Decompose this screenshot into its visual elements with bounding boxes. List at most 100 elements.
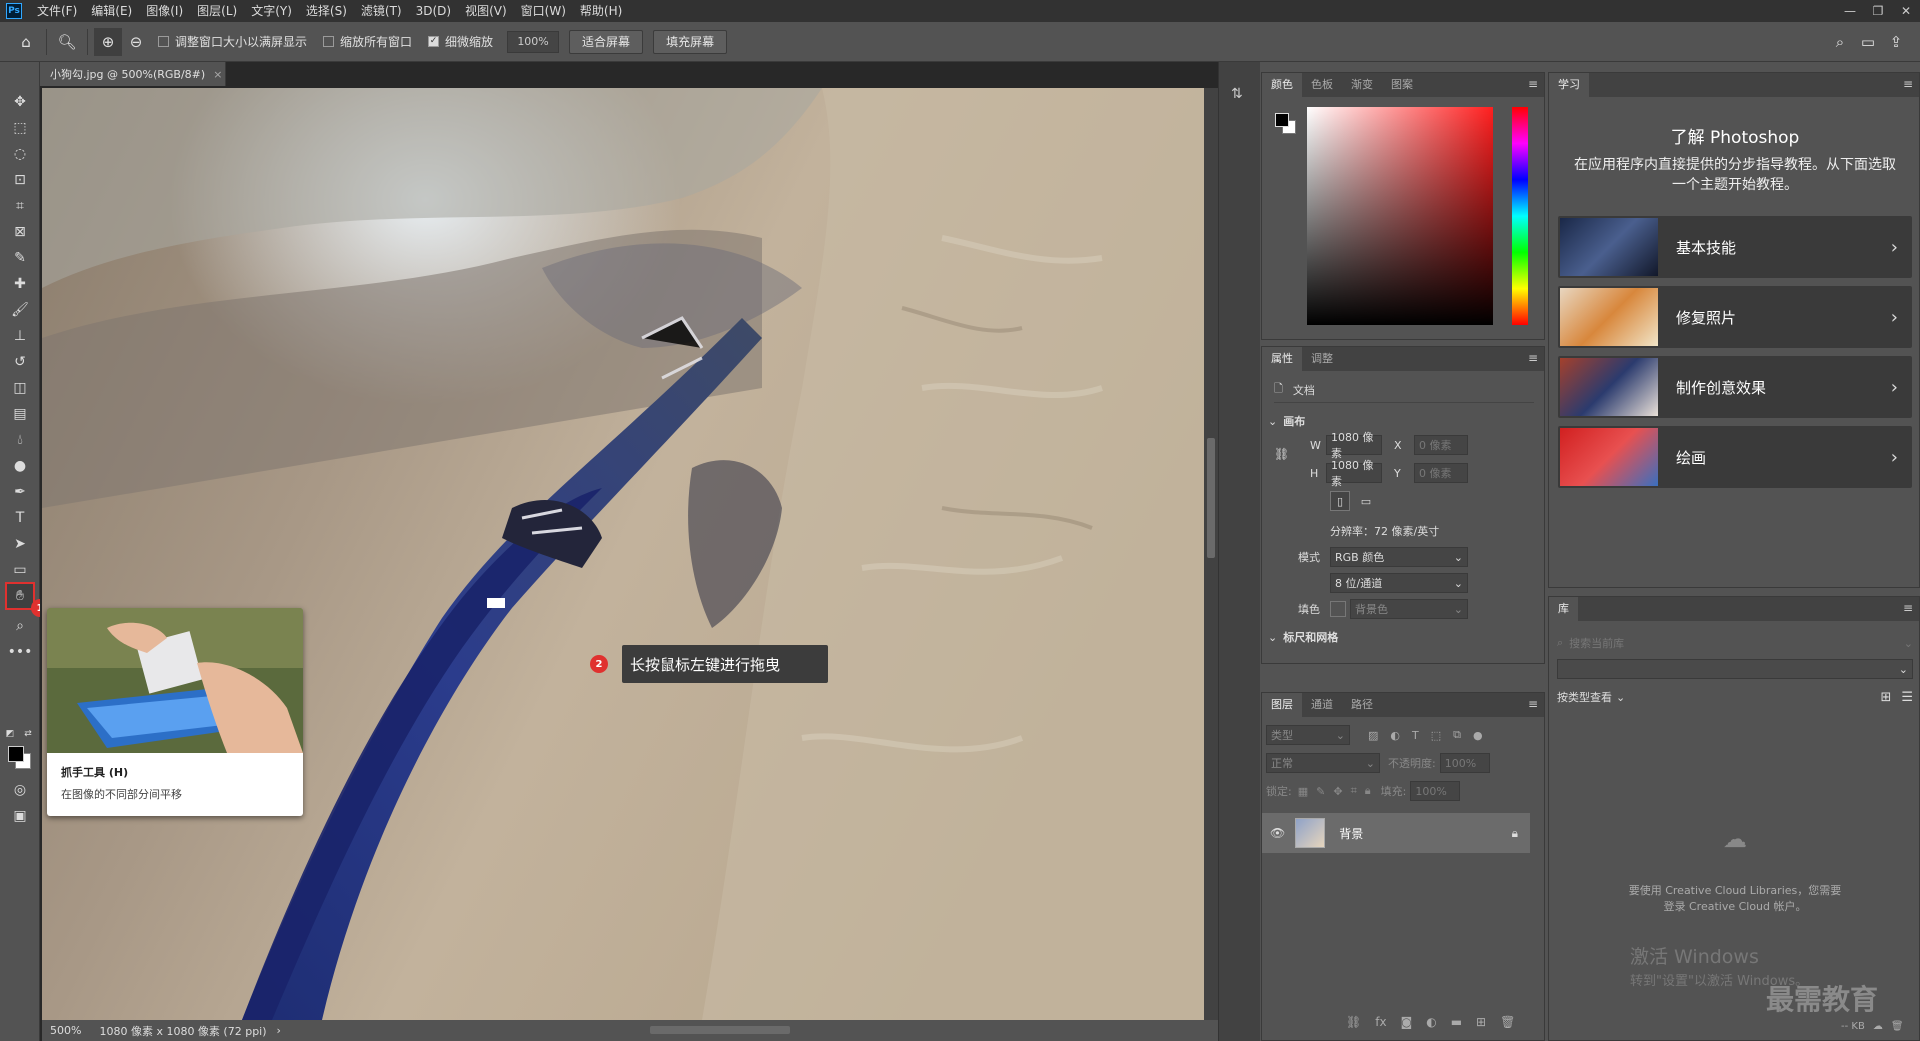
menu-type[interactable]: 文字(Y) bbox=[244, 0, 299, 22]
learn-card-painting[interactable]: 绘画 › bbox=[1558, 426, 1912, 488]
tab-paths[interactable]: 路径 bbox=[1342, 693, 1382, 717]
tab-learn[interactable]: 学习 bbox=[1549, 73, 1589, 97]
healing-brush-icon[interactable]: ✚ bbox=[5, 272, 35, 296]
adjustment-layer-icon[interactable]: ◐ bbox=[1426, 1015, 1436, 1029]
frame-tool-icon[interactable]: ⊠ bbox=[5, 220, 35, 244]
x-input[interactable]: 0 像素 bbox=[1414, 435, 1468, 455]
move-tool-icon[interactable]: ✥ bbox=[5, 90, 35, 114]
filter-shape-icon[interactable]: ⬚ bbox=[1431, 729, 1441, 742]
workspace-icon[interactable]: ▭ bbox=[1854, 28, 1882, 56]
grid-view-icon[interactable]: ⊞ bbox=[1880, 690, 1891, 705]
lock-position-icon[interactable]: ✥ bbox=[1333, 785, 1342, 798]
stamp-tool-icon[interactable]: ⊥ bbox=[5, 324, 35, 348]
chevron-down-icon[interactable]: ⌄ bbox=[1616, 691, 1625, 704]
fit-screen-button[interactable]: 适合屏幕 bbox=[569, 29, 644, 54]
blend-mode-select[interactable]: 正常 ⌄ bbox=[1266, 753, 1380, 773]
menu-image[interactable]: 图像(I) bbox=[139, 0, 190, 22]
layer-filter-select[interactable]: 类型 ⌄ bbox=[1266, 725, 1350, 745]
color-field[interactable] bbox=[1307, 107, 1493, 325]
swap-colors-icon[interactable]: ⇄ bbox=[22, 722, 34, 746]
quick-mask-icon[interactable]: ◎ bbox=[5, 778, 35, 802]
scrubby-zoom-checkbox[interactable]: ✓ 细微缩放 bbox=[428, 33, 493, 50]
portrait-icon[interactable]: ▯ bbox=[1330, 491, 1350, 511]
filter-toggle-icon[interactable]: ● bbox=[1473, 729, 1483, 742]
fill-screen-button[interactable]: 填充屏幕 bbox=[653, 29, 728, 54]
library-select[interactable]: ⌄ bbox=[1557, 659, 1913, 679]
width-input[interactable]: 1080 像素 bbox=[1326, 431, 1382, 460]
pen-tool-icon[interactable]: ✒ bbox=[5, 480, 35, 504]
learn-card-basic-skills[interactable]: 基本技能 › bbox=[1558, 216, 1912, 278]
search-icon[interactable]: ⌕ bbox=[1826, 28, 1854, 56]
height-input[interactable]: 1080 像素 bbox=[1326, 459, 1382, 488]
zoom-tool-preset-icon[interactable]: 🔍︎ bbox=[53, 28, 81, 56]
close-tab-icon[interactable]: × bbox=[213, 68, 222, 81]
fill-input[interactable]: 100% bbox=[1410, 781, 1461, 801]
menu-3d[interactable]: 3D(D) bbox=[409, 0, 458, 22]
bit-depth-select[interactable]: 8 位/通道 ⌄ bbox=[1330, 573, 1468, 593]
eraser-tool-icon[interactable]: ◫ bbox=[5, 376, 35, 400]
tab-gradients[interactable]: 渐变 bbox=[1342, 73, 1382, 97]
type-tool-icon[interactable]: T bbox=[5, 506, 35, 530]
filter-pixel-icon[interactable]: ▨ bbox=[1368, 729, 1378, 742]
menu-edit[interactable]: 编辑(E) bbox=[84, 0, 139, 22]
restore-button[interactable]: ❐ bbox=[1864, 0, 1892, 22]
link-layers-icon[interactable]: ⛓ bbox=[1346, 1015, 1361, 1029]
panel-menu-icon[interactable]: ≡ bbox=[1528, 77, 1538, 91]
lock-artboard-icon[interactable]: ⌗ bbox=[1351, 784, 1357, 798]
zoom-in-icon[interactable]: ⊕ bbox=[94, 27, 122, 56]
horizontal-scroll-thumb[interactable] bbox=[650, 1026, 790, 1034]
lock-all-icon[interactable]: 🔒︎ bbox=[1365, 784, 1371, 798]
menu-layer[interactable]: 图层(L) bbox=[190, 0, 244, 22]
zoom-value-field[interactable]: 100% bbox=[507, 30, 560, 53]
fg-color-chip[interactable] bbox=[1275, 113, 1289, 127]
lock-pixels-icon[interactable]: ✎ bbox=[1316, 785, 1325, 798]
chevron-down-icon[interactable]: ⌄ bbox=[1904, 637, 1913, 650]
blur-tool-icon[interactable]: 💧︎ bbox=[5, 428, 35, 452]
document-image[interactable] bbox=[42, 88, 1204, 1020]
delete-layer-icon[interactable]: 🗑︎ bbox=[1500, 1015, 1515, 1029]
default-colors-icon[interactable]: ◩ bbox=[4, 722, 16, 746]
opacity-input[interactable]: 100% bbox=[1439, 753, 1490, 773]
chevron-down-icon[interactable]: ⌄ bbox=[1268, 631, 1277, 644]
screen-mode-icon[interactable]: ▣ bbox=[5, 804, 35, 828]
trash-icon[interactable]: 🗑︎ bbox=[1891, 1021, 1904, 1032]
zoom-out-icon[interactable]: ⊖ bbox=[122, 28, 150, 56]
panel-menu-icon[interactable]: ≡ bbox=[1903, 601, 1913, 615]
brush-tool-icon[interactable]: 🖌︎ bbox=[5, 298, 35, 322]
panel-menu-icon[interactable]: ≡ bbox=[1528, 351, 1538, 365]
filter-smart-icon[interactable]: ⧉ bbox=[1453, 728, 1461, 742]
tab-adjustments[interactable]: 调整 bbox=[1302, 347, 1342, 371]
share-icon[interactable]: ⇪ bbox=[1882, 28, 1910, 56]
rectangle-tool-icon[interactable]: ▭ bbox=[5, 558, 35, 582]
scroll-thumb[interactable] bbox=[1207, 438, 1215, 558]
history-brush-icon[interactable]: ↺ bbox=[5, 350, 35, 374]
fill-select[interactable]: 背景色 ⌄ bbox=[1350, 599, 1468, 619]
menu-filter[interactable]: 滤镜(T) bbox=[354, 0, 409, 22]
menu-select[interactable]: 选择(S) bbox=[299, 0, 354, 22]
tab-swatches[interactable]: 色板 bbox=[1302, 73, 1342, 97]
mode-select[interactable]: RGB 颜色 ⌄ bbox=[1330, 547, 1468, 567]
eye-icon[interactable]: 👁︎ bbox=[1270, 826, 1285, 840]
list-view-icon[interactable]: ☰ bbox=[1901, 690, 1913, 705]
panel-menu-icon[interactable]: ≡ bbox=[1528, 697, 1538, 711]
status-zoom[interactable]: 500% bbox=[50, 1024, 81, 1037]
zoom-all-checkbox[interactable]: 缩放所有窗口 bbox=[323, 33, 412, 50]
library-search-input[interactable]: 搜索当前库 bbox=[1569, 635, 1624, 651]
menu-view[interactable]: 视图(V) bbox=[458, 0, 514, 22]
menu-window[interactable]: 窗口(W) bbox=[514, 0, 573, 22]
marquee-tool-icon[interactable]: ⬚ bbox=[5, 116, 35, 140]
tab-layers[interactable]: 图层 bbox=[1262, 693, 1302, 717]
tab-properties[interactable]: 属性 bbox=[1262, 347, 1302, 371]
path-select-tool-icon[interactable]: ➤ bbox=[5, 532, 35, 556]
home-icon[interactable]: ⌂ bbox=[12, 28, 40, 56]
zoom-tool-icon[interactable]: ⌕ bbox=[5, 614, 35, 638]
tab-channels[interactable]: 通道 bbox=[1302, 693, 1342, 717]
landscape-icon[interactable]: ▭ bbox=[1356, 491, 1376, 511]
y-input[interactable]: 0 像素 bbox=[1414, 463, 1468, 483]
dodge-tool-icon[interactable]: ● bbox=[5, 454, 35, 478]
foreground-color-swatch[interactable] bbox=[8, 746, 24, 762]
history-panel-icon[interactable]: ⇅ bbox=[1231, 86, 1243, 102]
document-tab[interactable]: 小狗勾.jpg @ 500%(RGB/8#) × bbox=[40, 62, 226, 86]
menu-help[interactable]: 帮助(H) bbox=[573, 0, 629, 22]
view-by-type-button[interactable]: 按类型查看 bbox=[1557, 689, 1612, 705]
